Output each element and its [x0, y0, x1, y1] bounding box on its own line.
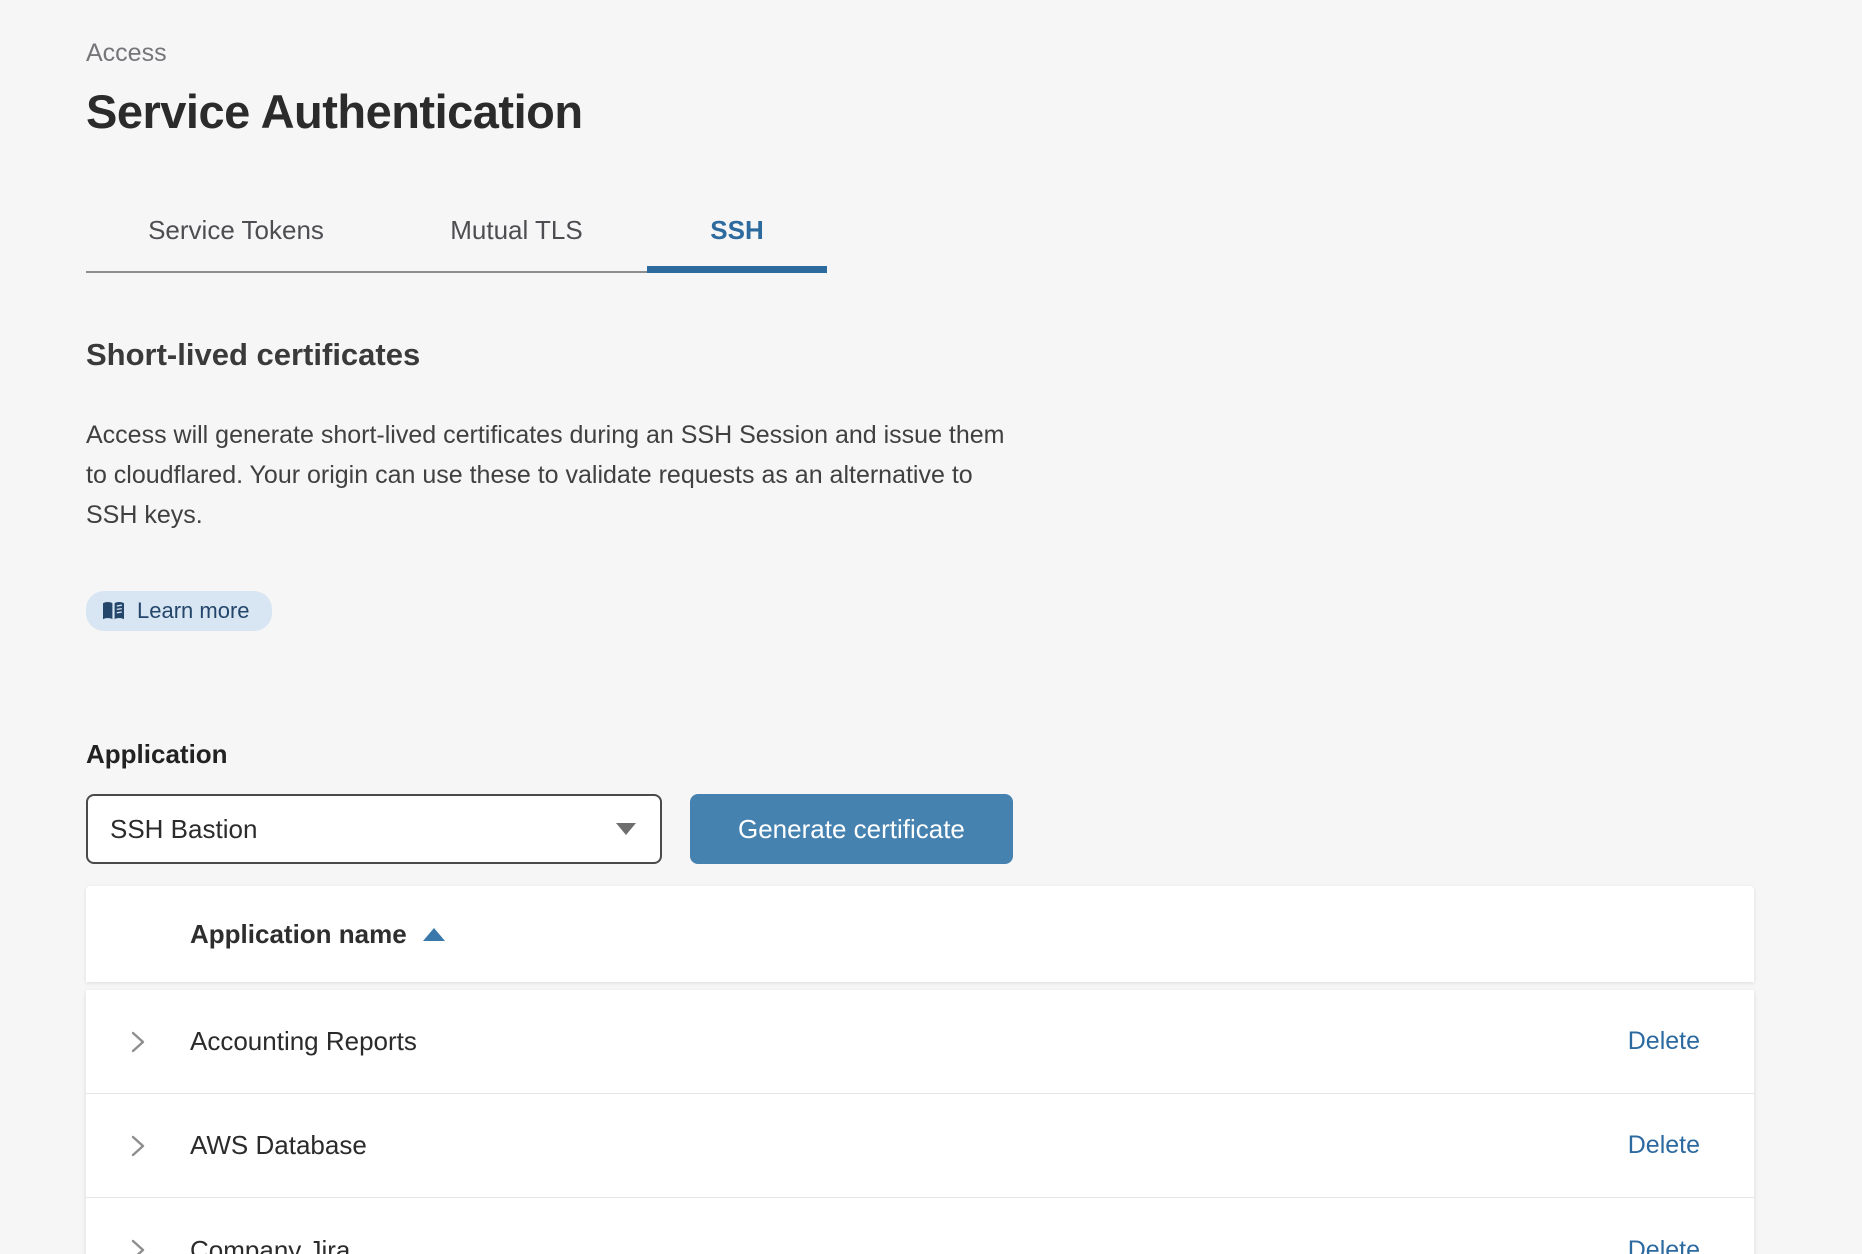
table-body: Accounting Reports Delete AWS Database D… [86, 990, 1754, 1254]
application-name: Accounting Reports [190, 1026, 1628, 1057]
generate-certificate-button[interactable]: Generate certificate [690, 794, 1013, 864]
page-title: Service Authentication [86, 84, 1754, 139]
application-name: Company Jira [190, 1235, 1628, 1254]
chevron-down-icon [616, 823, 636, 835]
certificate-controls: SSH Bastion Generate certificate [86, 794, 1754, 864]
breadcrumb: Access [86, 38, 1754, 68]
table-header: Application name [86, 886, 1754, 982]
delete-link[interactable]: Delete [1628, 1131, 1700, 1159]
section-heading: Short-lived certificates [86, 337, 1754, 373]
service-authentication-page: Access Service Authentication Service To… [0, 0, 1862, 1254]
book-icon [102, 601, 125, 621]
tab-service-tokens[interactable]: Service Tokens [86, 215, 386, 273]
chevron-right-icon [127, 1029, 149, 1055]
row-action: Delete [1628, 1236, 1754, 1254]
page-content: Access Service Authentication Service To… [0, 0, 1862, 1254]
column-header-label: Application name [190, 919, 407, 950]
sort-ascending-icon [423, 928, 445, 941]
table-row: Company Jira Delete [86, 1198, 1754, 1254]
chevron-right-icon [127, 1237, 149, 1254]
application-name: AWS Database [190, 1130, 1628, 1161]
delete-link[interactable]: Delete [1628, 1236, 1700, 1254]
table-row: Accounting Reports Delete [86, 990, 1754, 1094]
row-action: Delete [1628, 1027, 1754, 1056]
row-expand-button[interactable] [86, 1029, 190, 1055]
table-row: AWS Database Delete [86, 1094, 1754, 1198]
row-expand-button[interactable] [86, 1237, 190, 1254]
section-description: Access will generate short-lived certifi… [86, 415, 1021, 535]
application-field-label: Application [86, 739, 1754, 770]
tab-bar: Service Tokens Mutual TLS SSH [86, 215, 827, 273]
tab-ssh[interactable]: SSH [647, 215, 827, 273]
column-header-application-name[interactable]: Application name [190, 919, 445, 950]
learn-more-label: Learn more [137, 598, 250, 624]
application-select-value: SSH Bastion [110, 814, 257, 845]
chevron-right-icon [127, 1133, 149, 1159]
delete-link[interactable]: Delete [1628, 1027, 1700, 1055]
row-expand-button[interactable] [86, 1133, 190, 1159]
row-action: Delete [1628, 1131, 1754, 1160]
tab-mutual-tls[interactable]: Mutual TLS [386, 215, 647, 273]
learn-more-button[interactable]: Learn more [86, 591, 272, 631]
application-select[interactable]: SSH Bastion [86, 794, 662, 864]
